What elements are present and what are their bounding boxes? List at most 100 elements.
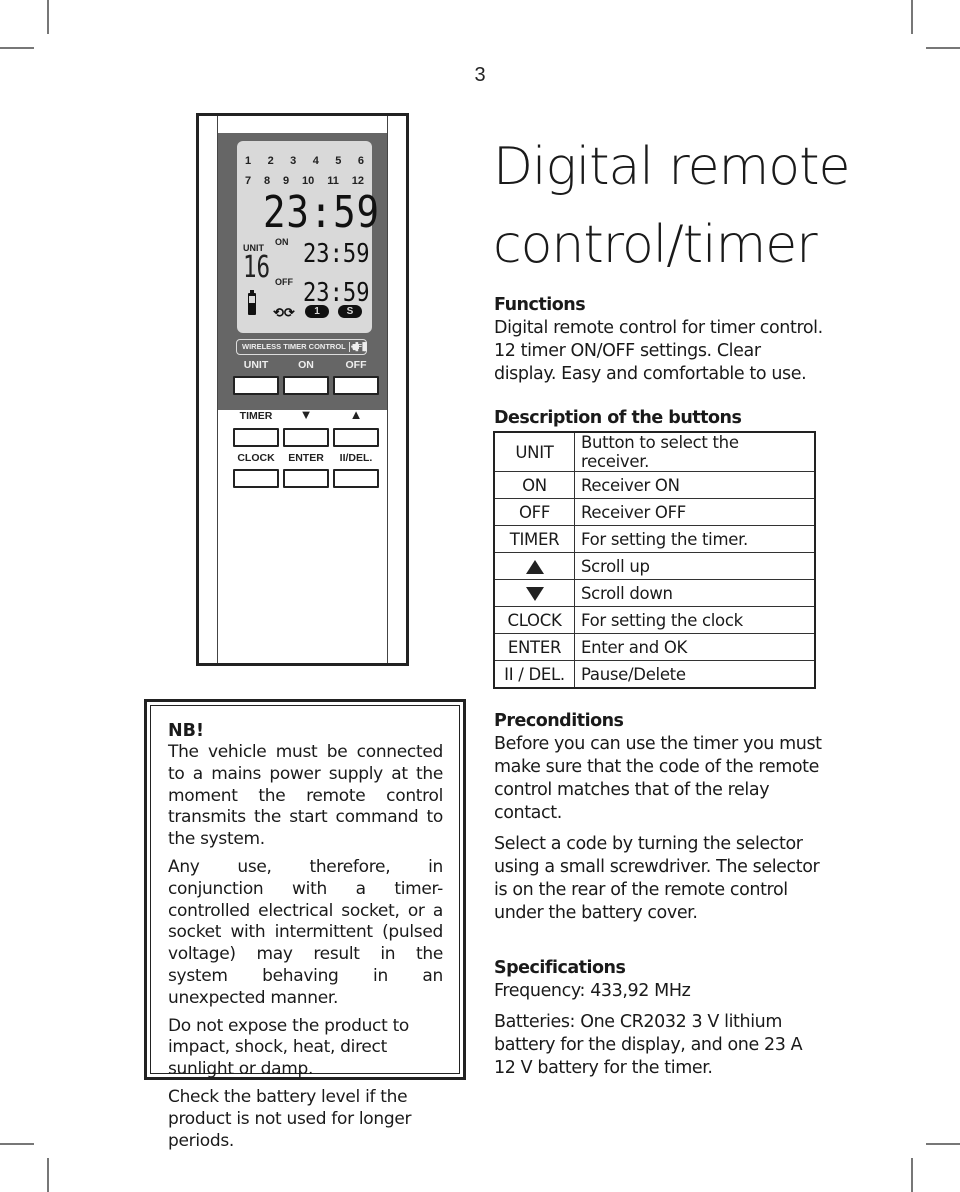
lcd-on-label: ON	[275, 237, 289, 247]
button-key: II / DEL.	[493, 660, 575, 689]
table-row: TIMER For setting the timer.	[493, 525, 816, 553]
table-row: OFF Receiver OFF	[493, 498, 816, 526]
timer-button[interactable]	[233, 428, 279, 447]
nb-warning-box: NB! The vehicle must be connected to a m…	[144, 699, 466, 1151]
rf-label: RF	[352, 342, 362, 351]
channel-number: 9	[283, 175, 290, 187]
channel-row: 1 2 3 4 5 6	[245, 155, 364, 167]
pause-delete-button-label: II/DEL.	[339, 452, 373, 464]
table-row: Scroll up	[493, 552, 816, 580]
title-line: control/timer	[493, 215, 818, 275]
channel-number: 10	[302, 175, 315, 187]
button-description: For setting the clock	[574, 606, 816, 634]
crop-mark	[47, 1158, 49, 1192]
enter-button-label: ENTER	[288, 452, 324, 464]
scroll-down-button-label: ▼	[299, 407, 313, 422]
functions-text: Digital remote control for timer control…	[494, 318, 823, 384]
preconditions-section: Preconditions Before you can use the tim…	[494, 710, 824, 925]
crop-mark	[0, 47, 34, 49]
channel-number: 4	[312, 155, 319, 167]
divider	[349, 342, 350, 352]
nb-paragraph: Check the battery level if the product i…	[168, 1086, 412, 1151]
button-description: Scroll up	[574, 552, 816, 580]
scroll-down-button[interactable]	[283, 428, 329, 447]
button-description: Pause/Delete	[574, 660, 816, 689]
table-row: UNIT Button to select the receiver.	[493, 431, 816, 472]
button-key: UNIT	[493, 431, 575, 472]
channel-number: 3	[290, 155, 297, 167]
on-button[interactable]	[283, 376, 329, 395]
button-description: Receiver ON	[574, 471, 816, 499]
unit-button-label: UNIT	[243, 359, 269, 371]
button-key: TIMER	[493, 525, 575, 553]
crop-mark	[926, 1143, 960, 1145]
channel-number: 6	[357, 155, 364, 167]
functions-heading: Functions	[494, 295, 586, 315]
crop-mark	[911, 0, 913, 34]
nb-heading: NB!	[168, 721, 204, 741]
button-description: Scroll down	[574, 579, 816, 607]
channel-number: 2	[267, 155, 274, 167]
unit-button[interactable]	[233, 376, 279, 395]
button-description-table: UNIT Button to select the receiver. ON Rec…	[493, 431, 816, 689]
table-row: Scroll down	[493, 579, 816, 607]
crop-mark	[0, 1143, 34, 1145]
specifications-section: Specifications Frequency: 433,92 MHz Bat…	[494, 957, 824, 1080]
preconditions-heading: Preconditions	[494, 711, 624, 731]
button-description: Enter and OK	[574, 633, 816, 661]
nb-warning-content: NB! The vehicle must be connected to a m…	[150, 705, 460, 1151]
specifications-heading: Specifications	[494, 958, 626, 978]
functions-section: Functions Digital remote control for tim…	[494, 294, 824, 386]
channel-number: 11	[327, 175, 339, 187]
remote-control-illustration: 1 2 3 4 5 6 7 8 9 10 11 12 23:59 UNIT 1 6…	[196, 113, 409, 666]
page-title: Digital remote control/timer	[493, 128, 913, 284]
scroll-up-button-label: ▲	[349, 407, 363, 422]
nb-paragraph: Any use, therefore, in conjunction with …	[168, 856, 443, 1008]
table-row: CLOCK For setting the clock	[493, 606, 816, 634]
channel-number: 5	[335, 155, 342, 167]
table-row: II / DEL. Pause/Delete	[493, 660, 816, 689]
channel-number: 12	[351, 175, 364, 187]
lcd-on-time: 23:59	[303, 239, 370, 269]
lcd-off-time: 23:59	[303, 278, 370, 308]
off-button[interactable]	[333, 376, 379, 395]
off-button-label: OFF	[345, 359, 367, 371]
lcd-clock-time: 23:59	[263, 187, 380, 238]
channel-number: 1	[245, 155, 252, 167]
once-badge-icon: 1	[305, 305, 329, 318]
triangle-up-icon	[525, 560, 544, 574]
button-key	[493, 552, 575, 580]
page-number: 3	[474, 64, 486, 86]
clock-button[interactable]	[233, 469, 279, 488]
table-row: ENTER Enter and OK	[493, 633, 816, 661]
s-badge-icon: S	[338, 305, 362, 318]
button-description: Button to select the receiver.	[574, 431, 816, 472]
crop-mark	[926, 47, 960, 49]
enter-button[interactable]	[283, 469, 329, 488]
preconditions-paragraph: Before you can use the timer you must ma…	[494, 734, 822, 823]
clock-button-label: CLOCK	[237, 452, 275, 464]
scroll-up-button[interactable]	[333, 428, 379, 447]
specifications-paragraph: Frequency: 433,92 MHz	[494, 981, 691, 1001]
rf-badge-text: WIRELESS TIMER CONTROL	[242, 342, 346, 351]
crop-mark	[47, 0, 49, 34]
channel-number: 8	[264, 175, 271, 187]
triangle-down-icon	[525, 587, 544, 601]
button-key	[493, 579, 575, 607]
rf-badge: WIRELESS TIMER CONTROL ▪▮▌▐▌ RF	[236, 339, 369, 355]
nb-paragraph: Do not expose the product to impact, sho…	[168, 1015, 410, 1080]
pause-delete-button[interactable]	[333, 469, 379, 488]
remote-faceplate: 1 2 3 4 5 6 7 8 9 10 11 12 23:59 UNIT 1 6…	[218, 133, 387, 410]
nb-paragraph: The vehicle must be connected to a mains…	[168, 742, 443, 850]
channel-row: 7 8 9 10 11 12	[245, 175, 364, 187]
repeat-icon: ⟲⟳	[273, 305, 295, 320]
button-description: Receiver OFF	[574, 498, 816, 526]
button-description: For setting the timer.	[574, 525, 816, 553]
button-key: ON	[493, 471, 575, 499]
table-row: ON Receiver ON	[493, 471, 816, 499]
button-key: CLOCK	[493, 606, 575, 634]
description-heading-wrap: Description of the buttons	[494, 407, 824, 430]
button-key: OFF	[493, 498, 575, 526]
on-button-label: ON	[298, 359, 314, 371]
specifications-paragraph: Batteries: One CR2032 3 V lithium batter…	[494, 1012, 803, 1078]
